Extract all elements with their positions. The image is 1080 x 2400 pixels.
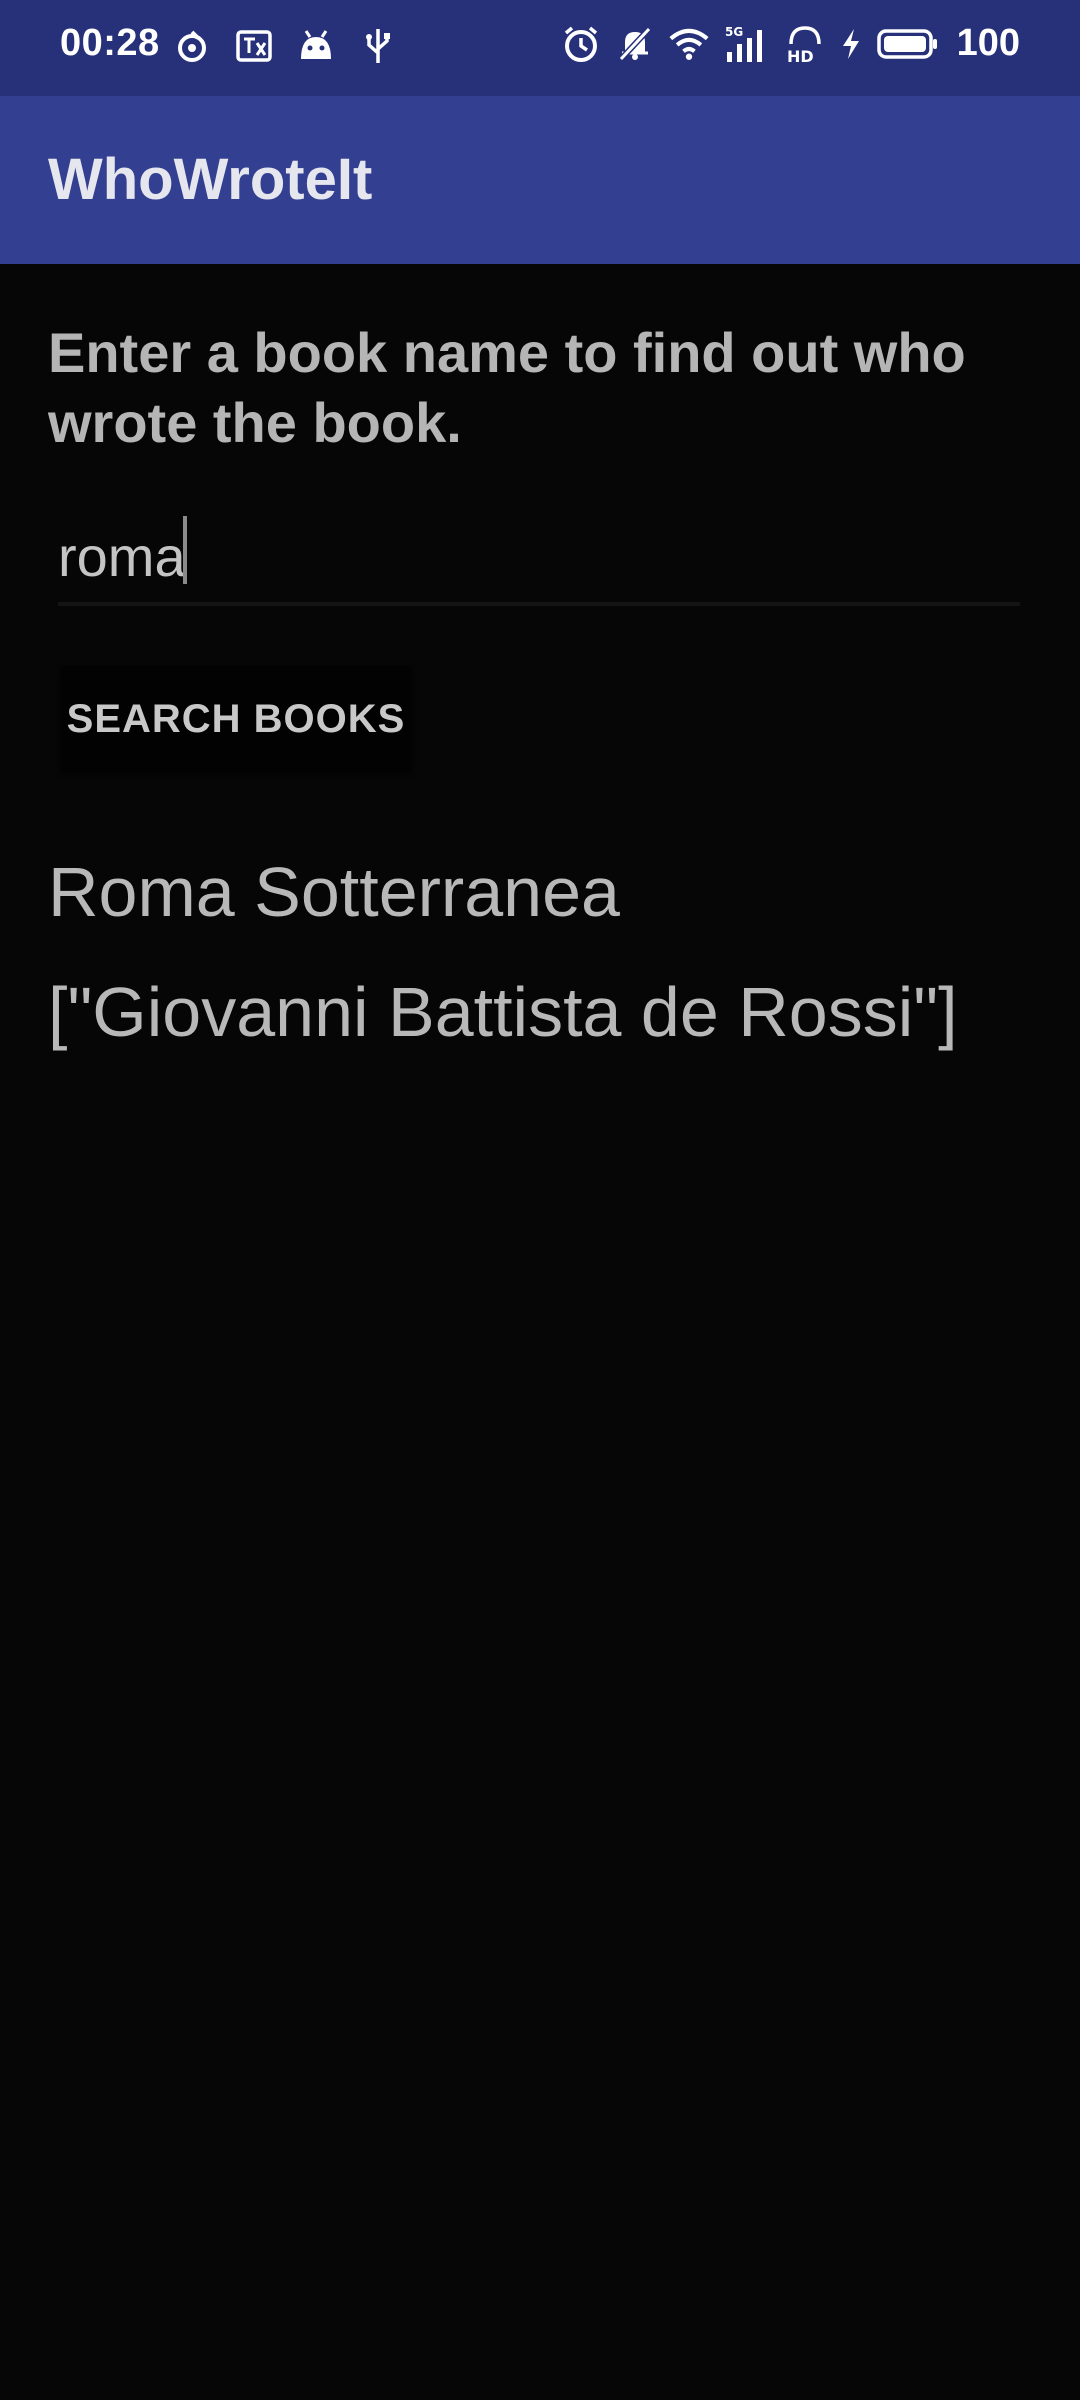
svg-text:HD: HD bbox=[787, 47, 814, 64]
instructions-text: Enter a book name to find out who wrote … bbox=[48, 321, 966, 454]
usb-icon bbox=[358, 26, 398, 66]
wifi-icon bbox=[669, 24, 709, 64]
status-icons-right: 5G HD 100 bbox=[561, 22, 1020, 65]
android-debug-icon bbox=[296, 26, 336, 66]
svg-text:5G: 5G bbox=[725, 25, 743, 39]
app-title: WhoWroteIt bbox=[48, 147, 373, 212]
alarm-icon bbox=[561, 24, 601, 64]
hd-icon: HD bbox=[785, 24, 825, 64]
translate-icon bbox=[234, 26, 274, 66]
5g-signal-icon: 5G bbox=[723, 24, 771, 64]
result-book-authors: ["Giovanni Battista de Rossi"] bbox=[48, 973, 958, 1051]
battery-icon bbox=[876, 24, 939, 64]
battery-level: 100 bbox=[956, 22, 1020, 64]
status-icons-left bbox=[172, 26, 398, 66]
silent-bell-icon bbox=[615, 24, 655, 64]
hotspot-icon bbox=[172, 26, 212, 66]
book-search-input[interactable] bbox=[58, 510, 1020, 602]
screen: 00:28 5G HD 100 WhoWroteIt Enter a book … bbox=[0, 0, 1080, 2400]
result-book-title: Roma Sotterranea bbox=[48, 853, 620, 931]
status-bar: 00:28 5G HD 100 bbox=[0, 0, 1080, 96]
charging-icon bbox=[839, 24, 863, 64]
status-time: 00:28 bbox=[60, 22, 160, 64]
search-books-button[interactable]: SEARCH BOOKS bbox=[60, 666, 412, 772]
app-bar: WhoWroteIt bbox=[0, 96, 1080, 264]
text-cursor bbox=[183, 516, 187, 584]
book-input-container[interactable] bbox=[58, 510, 1020, 606]
